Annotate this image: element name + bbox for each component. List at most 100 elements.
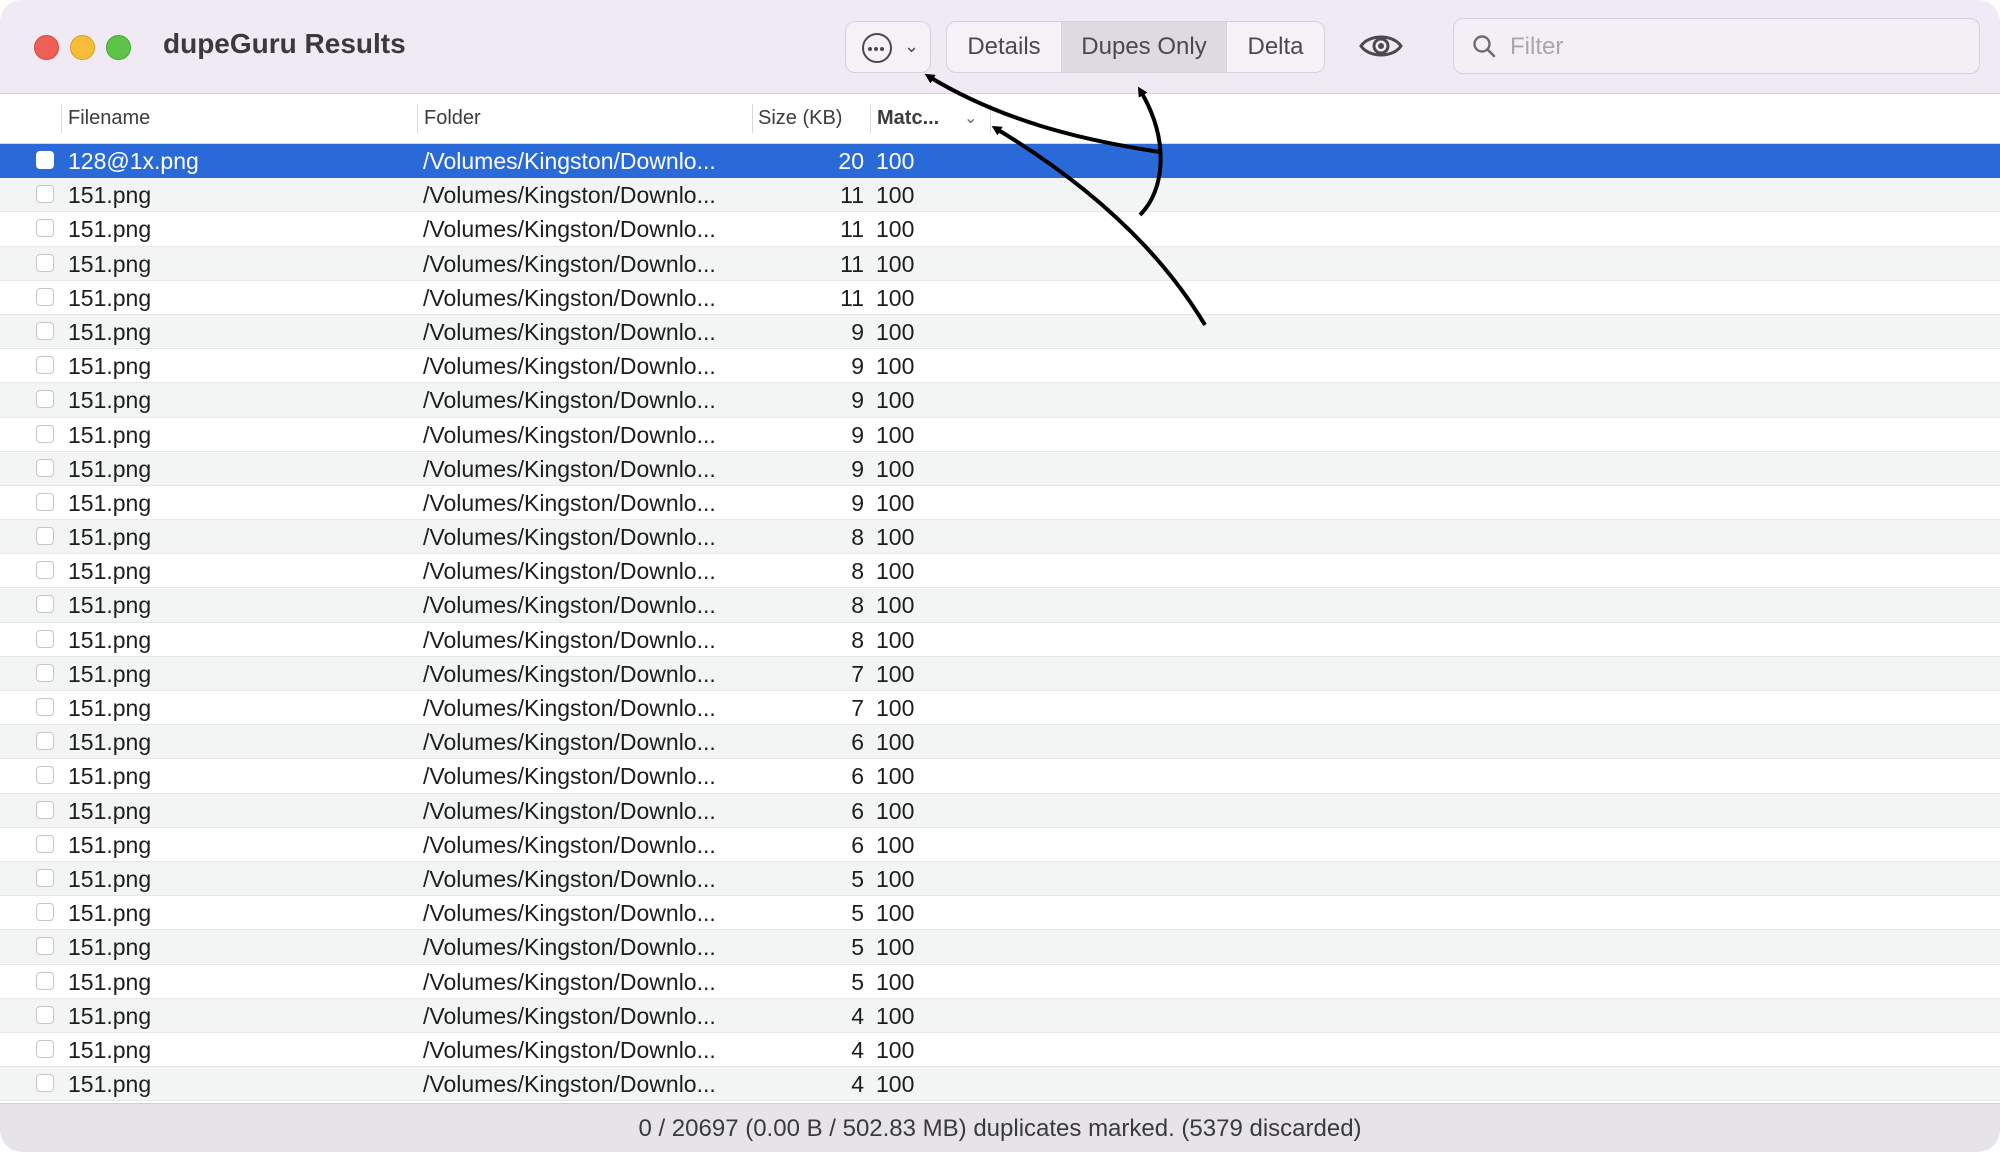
size-cell: 6 [851, 797, 864, 824]
table-row[interactable]: 151.png/Volumes/Kingston/Downlo... 9 100 [0, 349, 2000, 384]
table-row[interactable]: 151.png/Volumes/Kingston/Downlo... 9 100 [0, 417, 2000, 452]
row-checkbox[interactable] [36, 937, 54, 956]
row-checkbox[interactable] [36, 287, 54, 306]
column-header-match[interactable]: Matc... [877, 94, 939, 143]
minimize-window-button[interactable] [70, 35, 95, 60]
row-checkbox[interactable] [36, 868, 54, 887]
row-checkbox[interactable] [36, 766, 54, 785]
size-cell: 9 [851, 421, 864, 448]
table-row[interactable]: 151.png/Volumes/Kingston/Downlo... 6 100 [0, 793, 2000, 828]
window-title: dupeGuru Results [163, 28, 406, 59]
table-row[interactable]: 151.png/Volumes/Kingston/Downlo... 11 100 [0, 212, 2000, 247]
delta-segment[interactable]: Delta [1227, 22, 1324, 72]
row-checkbox[interactable] [36, 800, 54, 819]
table-row[interactable]: 151.png/Volumes/Kingston/Downlo... 7 100 [0, 656, 2000, 691]
row-checkbox[interactable] [36, 321, 54, 340]
size-cell: 5 [851, 968, 864, 995]
column-header-folder[interactable]: Folder [424, 94, 481, 143]
table-row[interactable]: 151.png/Volumes/Kingston/Downlo... 4 100 [0, 1032, 2000, 1068]
table-row[interactable]: 151.png/Volumes/Kingston/Downlo... 9 100 [0, 383, 2000, 418]
table-row[interactable]: 151.png/Volumes/Kingston/Downlo... 5 100 [0, 964, 2000, 999]
folder-cell: /Volumes/Kingston/Downlo... [423, 729, 716, 756]
table-row[interactable]: 151.png/Volumes/Kingston/Downlo... 8 100 [0, 622, 2000, 657]
match-cell: 100 [876, 1071, 915, 1098]
match-cell: 100 [876, 455, 915, 482]
row-checkbox[interactable] [36, 390, 54, 409]
row-checkbox[interactable] [36, 1074, 54, 1093]
zoom-window-button[interactable] [106, 35, 131, 60]
row-checkbox[interactable] [36, 732, 54, 751]
size-cell: 6 [851, 831, 864, 858]
row-checkbox[interactable] [36, 492, 54, 511]
row-checkbox[interactable] [36, 219, 54, 238]
table-row[interactable]: 151.png/Volumes/Kingston/Downlo... 6 100 [0, 725, 2000, 760]
table-row[interactable]: 151.png/Volumes/Kingston/Downlo... 7 100 [0, 691, 2000, 726]
table-row[interactable]: 151.png/Volumes/Kingston/Downlo... 8 100 [0, 554, 2000, 589]
table-row[interactable]: 151.png/Volumes/Kingston/Downlo... 5 100 [0, 861, 2000, 897]
dupes-only-segment[interactable]: Dupes Only [1062, 22, 1227, 72]
row-checkbox[interactable] [36, 698, 54, 716]
match-cell: 100 [876, 968, 915, 995]
table-row[interactable]: 151.png/Volumes/Kingston/Downlo... 11 100 [0, 178, 2000, 213]
table-row[interactable]: 151.png/Volumes/Kingston/Downlo... 5 100 [0, 930, 2000, 965]
actions-menu-button[interactable]: ⌄ [845, 21, 931, 73]
row-checkbox[interactable] [36, 424, 54, 443]
filename-cell: 151.png [68, 182, 152, 209]
row-checkbox[interactable] [36, 834, 54, 853]
table-row[interactable]: 151.png/Volumes/Kingston/Downlo... 4 100 [0, 1067, 2000, 1102]
table-row[interactable]: 151.png/Volumes/Kingston/Downlo... 6 100 [0, 827, 2000, 862]
row-checkbox[interactable] [36, 458, 54, 477]
size-cell: 11 [840, 284, 864, 311]
table-row[interactable]: 151.png/Volumes/Kingston/Downlo... 4 100 [0, 998, 2000, 1033]
table-row[interactable]: 151.png/Volumes/Kingston/Downlo... 8 100 [0, 520, 2000, 555]
table-row[interactable]: 151.png/Volumes/Kingston/Downlo... 11 100 [0, 246, 2000, 281]
filename-cell: 151.png [68, 216, 152, 243]
row-checkbox[interactable] [36, 253, 54, 272]
row-checkbox[interactable] [36, 663, 54, 682]
filename-cell: 151.png [68, 1036, 152, 1063]
row-checkbox[interactable] [36, 971, 54, 990]
folder-cell: /Volumes/Kingston/Downlo... [423, 353, 716, 380]
match-cell: 100 [876, 900, 915, 927]
row-checkbox[interactable] [36, 356, 54, 375]
filter-placeholder: Filter [1510, 33, 1564, 60]
filter-field[interactable]: Filter [1453, 18, 1980, 74]
details-segment[interactable]: Details [947, 22, 1062, 72]
row-checkbox[interactable] [36, 1039, 54, 1058]
row-checkbox[interactable] [36, 151, 54, 169]
row-checkbox[interactable] [36, 629, 54, 648]
row-checkbox[interactable] [36, 595, 54, 614]
row-checkbox[interactable] [36, 561, 54, 580]
filename-cell: 151.png [68, 729, 152, 756]
folder-cell: /Volumes/Kingston/Downlo... [423, 524, 716, 551]
row-checkbox[interactable] [36, 903, 54, 922]
table-row[interactable]: 151.png/Volumes/Kingston/Downlo... 11 100 [0, 280, 2000, 315]
table-row[interactable]: 151.png/Volumes/Kingston/Downlo... 6 100 [0, 759, 2000, 794]
column-header-filename[interactable]: Filename [68, 94, 150, 143]
filename-cell: 151.png [68, 524, 152, 551]
table-row[interactable]: 151.png/Volumes/Kingston/Downlo... 9 100 [0, 485, 2000, 521]
table-row[interactable]: 128@1x.png/Volumes/Kingston/Downlo... 20 1… [0, 144, 2000, 179]
size-cell: 7 [851, 660, 864, 687]
close-window-button[interactable] [34, 35, 59, 60]
table-row[interactable]: 151.png/Volumes/Kingston/Downlo... 9 100 [0, 314, 2000, 350]
filename-cell: 151.png [68, 900, 152, 927]
filename-cell: 151.png [68, 318, 152, 345]
row-checkbox[interactable] [36, 527, 54, 546]
folder-cell: /Volumes/Kingston/Downlo... [423, 660, 716, 687]
folder-cell: /Volumes/Kingston/Downlo... [423, 250, 716, 277]
folder-cell: /Volumes/Kingston/Downlo... [423, 318, 716, 345]
match-cell: 100 [876, 660, 915, 687]
toolbar: dupeGuru Results ⌄ Details Dupes Only De… [0, 0, 2000, 94]
table-row[interactable]: 151.png/Volumes/Kingston/Downlo... 5 100 [0, 896, 2000, 931]
folder-cell: /Volumes/Kingston/Downlo... [423, 900, 716, 927]
column-header-size[interactable]: Size (KB) [758, 94, 842, 143]
row-checkbox[interactable] [36, 1005, 54, 1024]
results-table: 128@1x.png/Volumes/Kingston/Downlo... 20 1… [0, 144, 2000, 1102]
eye-icon[interactable] [1359, 29, 1403, 63]
table-row[interactable]: 151.png/Volumes/Kingston/Downlo... 8 100 [0, 588, 2000, 623]
folder-cell: /Volumes/Kingston/Downlo... [423, 455, 716, 482]
row-checkbox[interactable] [36, 185, 54, 204]
filename-cell: 151.png [68, 968, 152, 995]
table-row[interactable]: 151.png/Volumes/Kingston/Downlo... 9 100 [0, 451, 2000, 486]
